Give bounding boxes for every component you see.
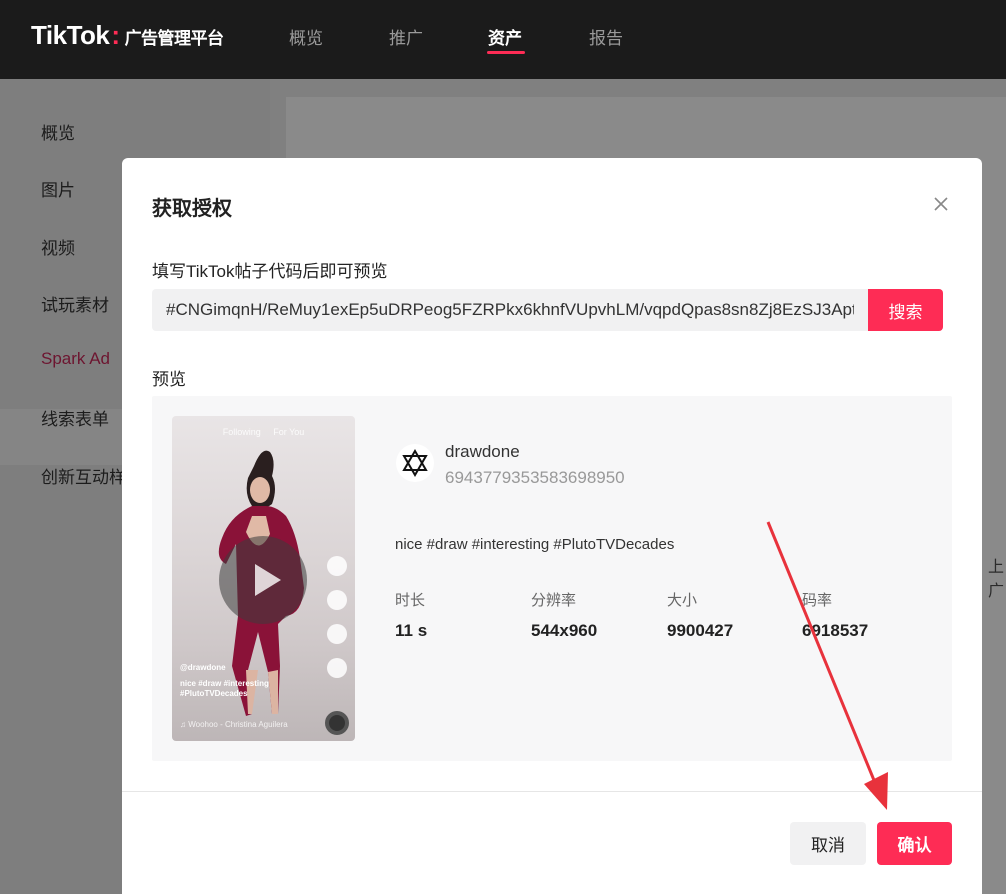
thumbnail-caption-line2: #PlutoTVDecades (180, 689, 248, 698)
thumbnail-caption: @drawdone nice #draw #interesting #Pluto… (180, 663, 269, 699)
nav-assets[interactable]: 资产 (488, 24, 522, 49)
thumbnail-tab-following: Following (222, 427, 261, 437)
stat-bitrate-value: 6918537 (802, 621, 869, 640)
tiktok-ads-logo[interactable]: TikTok : 广告管理平台 (31, 20, 224, 51)
preview-label: 预览 (152, 370, 186, 389)
confirm-button[interactable]: 确认 (877, 822, 952, 865)
thumbnail-tabs: Following For You (172, 427, 355, 437)
stat-size: 大小 9900427 (667, 589, 797, 641)
account-name: drawdone (445, 442, 520, 461)
star-of-david-icon (402, 449, 428, 477)
sidebar-item-interactive[interactable]: 创新互动样 (41, 463, 126, 488)
creator-avatar-icon (327, 556, 347, 576)
nav-reports[interactable]: 报告 (589, 24, 623, 49)
stat-resolution-label: 分辨率 (531, 592, 577, 609)
cancel-button[interactable]: 取消 (790, 822, 866, 865)
close-icon[interactable] (930, 193, 952, 215)
stat-resolution-value: 544x960 (531, 621, 598, 640)
background-text-fragment: 上广 (988, 559, 1005, 600)
music-disc-icon (325, 711, 349, 735)
nav-active-indicator (487, 51, 525, 54)
play-icon[interactable] (219, 536, 307, 624)
sidebar-item-overview[interactable]: 概览 (41, 119, 75, 144)
stat-duration: 时长 11 s (395, 589, 525, 641)
video-description: nice #draw #interesting #PlutoTVDecades (395, 536, 675, 553)
sidebar-item-lead-forms[interactable]: 线索表单 (41, 405, 109, 430)
stat-resolution: 分辨率 544x960 (531, 589, 661, 641)
preview-panel: Following For You @drawdone nice #draw #… (152, 396, 952, 761)
stat-duration-value: 11 s (395, 621, 428, 640)
thumbnail-caption-line1: nice #draw #interesting (180, 679, 269, 688)
sidebar-item-playable[interactable]: 试玩素材 (41, 291, 109, 316)
modal-footer-divider (122, 791, 982, 792)
thumbnail-music: ♫ Woohoo - Christina Aguilera (180, 720, 288, 729)
search-button[interactable]: 搜索 (868, 289, 943, 331)
sidebar-item-spark-ad[interactable]: Spark Ad (41, 349, 110, 369)
stat-size-value: 9900427 (667, 621, 734, 640)
thumbnail-tab-for-you: For You (273, 427, 305, 437)
stat-duration-label: 时长 (395, 592, 426, 609)
thumbnail-action-icons (325, 556, 349, 692)
top-navigation-bar: TikTok : 广告管理平台 概览 推广 资产 报告 (0, 0, 1006, 79)
stat-bitrate: 码率 6918537 (802, 589, 932, 641)
account-avatar (396, 444, 434, 482)
modal-title: 获取授权 (152, 198, 232, 220)
sidebar-item-images[interactable]: 图片 (41, 176, 75, 201)
nav-overview[interactable]: 概览 (289, 24, 323, 49)
authorization-modal: 获取授权 填写TikTok帖子代码后即可预览 搜索 预览 Following F… (122, 158, 982, 894)
account-id: 6943779353583698950 (445, 468, 625, 487)
logo-colon: : (111, 20, 120, 50)
post-code-label: 填写TikTok帖子代码后即可预览 (152, 262, 388, 281)
post-code-input[interactable] (152, 289, 868, 331)
stat-size-label: 大小 (667, 592, 698, 609)
nav-promotion[interactable]: 推广 (389, 24, 423, 49)
stat-bitrate-label: 码率 (802, 592, 833, 609)
logo-text: TikTok (31, 20, 110, 50)
heart-icon (327, 590, 347, 610)
video-thumbnail[interactable]: Following For You @drawdone nice #draw #… (172, 416, 355, 741)
thumbnail-handle: @drawdone (180, 663, 226, 672)
logo-subtitle: 广告管理平台 (124, 29, 225, 48)
sidebar-item-videos[interactable]: 视频 (41, 234, 75, 259)
share-icon (327, 658, 347, 678)
comment-icon (327, 624, 347, 644)
